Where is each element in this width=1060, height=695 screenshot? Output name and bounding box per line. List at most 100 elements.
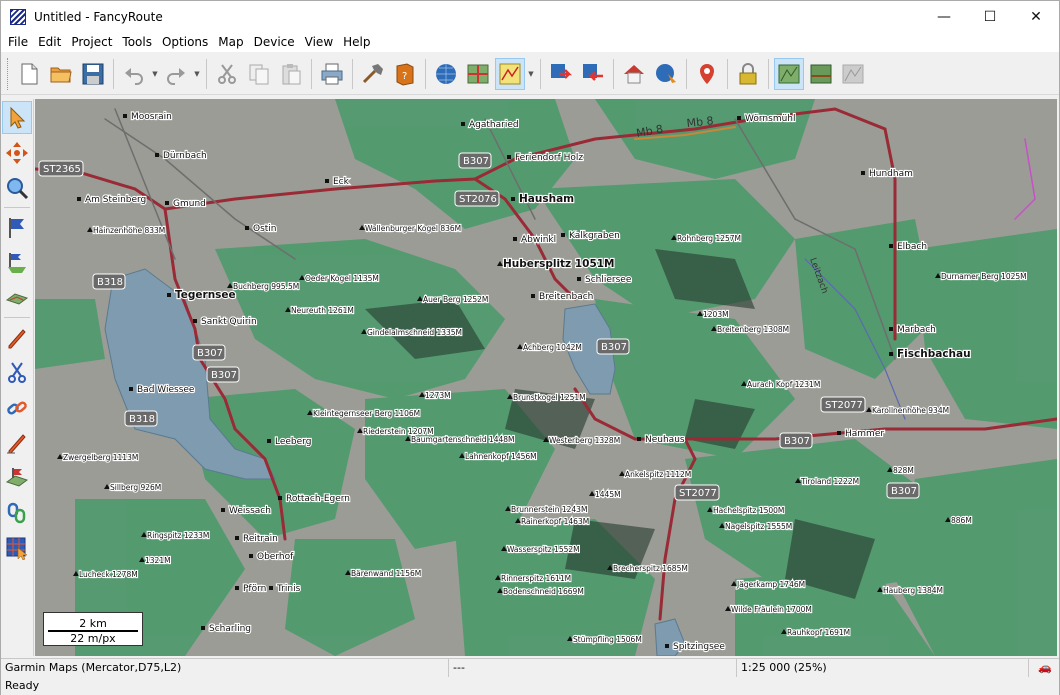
place-marker[interactable]: Hainzenhöhe 833M — [87, 225, 166, 236]
waypoint-flag-icon[interactable] — [2, 211, 32, 244]
route-receive-icon[interactable] — [578, 58, 608, 90]
undo-icon[interactable] — [119, 58, 149, 90]
toolbar-grip[interactable] — [7, 57, 10, 90]
menu-device[interactable]: Device — [249, 32, 300, 52]
menu-map[interactable]: Map — [213, 32, 248, 52]
place-marker[interactable]: Wilde Fräulein 1700M — [725, 604, 813, 615]
place-marker[interactable]: Rainerkopf 1463M — [515, 516, 590, 527]
redo-icon[interactable] — [161, 58, 191, 90]
tools-icon[interactable] — [358, 58, 388, 90]
place-marker[interactable]: Hammer — [837, 428, 885, 440]
place-marker[interactable]: Hundham — [861, 168, 914, 180]
home-icon[interactable] — [619, 58, 649, 90]
poi-icon[interactable] — [692, 58, 722, 90]
menu-view[interactable]: View — [300, 32, 338, 52]
place-marker[interactable]: Breitenbach — [531, 291, 594, 303]
place-marker[interactable]: Baumgartenschneid 1448M — [405, 434, 516, 445]
place-marker[interactable]: Lucheck 1278M — [73, 569, 139, 580]
close-button[interactable]: ✕ — [1013, 1, 1059, 32]
place-marker[interactable]: Bad Wiessee — [129, 384, 196, 396]
place-marker[interactable]: Wallenburger Kogel 836M — [359, 223, 462, 234]
place-marker[interactable]: Kalkgraben — [561, 230, 621, 242]
place-marker[interactable]: Rohnberg 1257M — [671, 233, 742, 244]
place-marker[interactable]: Rottach-Egern — [278, 493, 351, 505]
place-marker[interactable]: Rauhkopf 1691M — [781, 627, 851, 638]
link-icon[interactable] — [2, 496, 32, 529]
place-marker[interactable]: Jägerkamp 1746M — [731, 579, 806, 590]
place-marker[interactable]: Bodenschneid 1669M — [497, 586, 585, 597]
place-marker[interactable]: Fischbachau — [889, 347, 972, 361]
save-icon[interactable] — [78, 58, 108, 90]
help-book-icon[interactable]: ? — [390, 58, 420, 90]
scissors-icon[interactable] — [2, 356, 32, 389]
pan-icon[interactable] — [2, 136, 32, 169]
track-edit-icon[interactable] — [2, 461, 32, 494]
map-area-icon[interactable] — [806, 58, 836, 90]
place-marker[interactable]: Feriendorf Holz — [507, 152, 584, 164]
place-marker[interactable]: Tiroland 1222M — [795, 476, 860, 487]
join-icon[interactable] — [2, 391, 32, 424]
place-marker[interactable]: Nagelspitz 1555M — [719, 521, 793, 532]
lock-icon[interactable] — [733, 58, 763, 90]
map-layer-icon[interactable] — [774, 57, 804, 90]
place-marker[interactable]: Aurach Kopf 1231M — [741, 379, 821, 390]
place-marker[interactable]: Ringspitz 1233M — [141, 530, 210, 541]
place-marker[interactable]: Moosrain — [123, 111, 173, 123]
pencil-icon[interactable] — [2, 321, 32, 354]
place-marker[interactable]: Wörnsmühl — [737, 113, 797, 125]
route-send-icon[interactable] — [546, 58, 576, 90]
paste-icon[interactable] — [276, 58, 306, 90]
menu-file[interactable]: File — [3, 32, 33, 52]
globe-icon[interactable] — [431, 58, 461, 90]
draw-icon[interactable] — [2, 426, 32, 459]
place-marker[interactable]: Westerberg 1328M — [543, 435, 621, 446]
map-style-dropdown-icon[interactable]: ▼ — [526, 70, 536, 78]
open-folder-icon[interactable] — [46, 58, 76, 90]
place-marker[interactable]: Brunnerstein 1243M — [505, 504, 589, 515]
place-marker[interactable]: Hubersplitz 1051M — [497, 257, 616, 271]
place-marker[interactable]: Rinnerspitz 1611M — [495, 573, 572, 584]
select-area-icon[interactable] — [2, 531, 32, 564]
map-canvas[interactable]: ST2365 B307 ST2076 B318 B307 B307 B318 B… — [35, 99, 1057, 656]
place-marker[interactable]: Spitzingsee — [665, 641, 726, 653]
terrain-map[interactable]: ST2365 B307 ST2076 B318 B307 B307 B318 B… — [35, 99, 1057, 656]
redo-dropdown-icon[interactable]: ▼ — [192, 70, 202, 78]
place-marker[interactable]: Weissach — [221, 505, 272, 517]
zoom-icon[interactable] — [2, 171, 32, 204]
minimize-button[interactable]: — — [921, 1, 967, 32]
new-file-icon[interactable] — [14, 58, 44, 90]
map-tiles-icon[interactable] — [463, 58, 493, 90]
place-marker[interactable]: Neureuth 1261M — [285, 305, 355, 316]
place-marker[interactable]: Oeder Kogel 1135M — [299, 273, 380, 284]
place-marker[interactable]: Am Steinberg — [77, 194, 147, 206]
place-marker[interactable]: Karollnenhöhe 934M — [866, 405, 950, 416]
place-marker[interactable]: Bärenwand 1156M — [345, 568, 422, 579]
place-marker[interactable]: Achberg 1042M — [517, 342, 583, 353]
menu-edit[interactable]: Edit — [33, 32, 66, 52]
place-marker[interactable]: Neuhaus — [637, 434, 686, 446]
place-marker[interactable]: Wasserspitz 1552M — [501, 544, 581, 555]
place-marker[interactable]: Sillberg 926M — [104, 482, 162, 493]
track-icon[interactable] — [2, 281, 32, 314]
place-marker[interactable]: Schliersee — [577, 274, 633, 286]
place-marker[interactable]: Buchberg 995.5M — [227, 281, 300, 292]
map-style-icon[interactable] — [495, 57, 525, 90]
menu-project[interactable]: Project — [66, 32, 117, 52]
place-marker[interactable]: Hausham — [511, 192, 575, 206]
place-marker[interactable]: Agatharied — [461, 119, 520, 131]
place-marker[interactable]: Kleintegernseer Berg 1106M — [307, 408, 421, 419]
place-marker[interactable]: Hachelspitz 1500M — [707, 505, 785, 516]
place-marker[interactable]: Gindelalmschneid 1335M — [361, 327, 463, 338]
place-marker[interactable]: Marbach — [889, 324, 937, 336]
place-marker[interactable]: Lahnenkopf 1456M — [459, 451, 538, 462]
place-marker[interactable]: Ankelspitz 1112M — [619, 469, 692, 480]
maximize-button[interactable]: ☐ — [967, 1, 1013, 32]
menu-tools[interactable]: Tools — [117, 32, 157, 52]
place-marker[interactable]: Scharling — [201, 623, 252, 635]
menu-options[interactable]: Options — [157, 32, 213, 52]
place-marker[interactable]: Auer Berg 1252M — [417, 294, 489, 305]
menu-help[interactable]: Help — [338, 32, 375, 52]
place-marker[interactable]: Brecherspitz 1685M — [607, 563, 689, 574]
place-marker[interactable]: Sankt Quirin — [193, 316, 258, 328]
undo-dropdown-icon[interactable]: ▼ — [150, 70, 160, 78]
